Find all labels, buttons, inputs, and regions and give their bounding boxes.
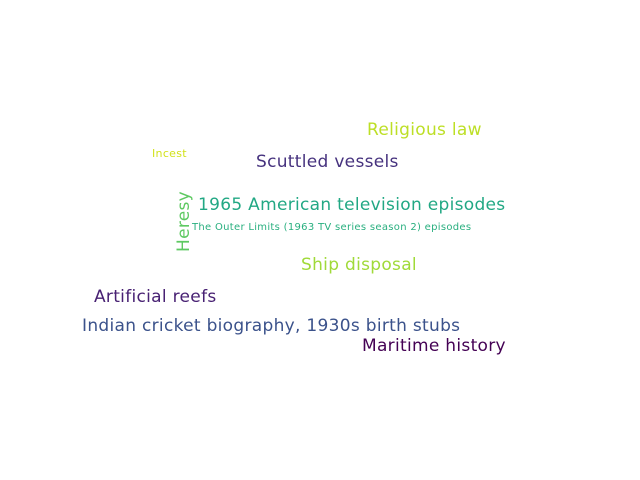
word-scuttled-vessels: Scuttled vessels	[256, 152, 399, 172]
word-artificial-reefs: Artificial reefs	[94, 287, 217, 307]
word-cloud: Religious law Incest Scuttled vessels He…	[0, 0, 640, 480]
word-outer-limits-episodes: The Outer Limits (1963 TV series season …	[192, 222, 472, 233]
word-indian-cricket-biography: Indian cricket biography, 1930s birth st…	[82, 316, 461, 336]
word-maritime-history: Maritime history	[362, 336, 506, 356]
word-1965-american-television-episodes: 1965 American television episodes	[198, 195, 506, 215]
word-heresy: Heresy	[174, 190, 194, 252]
word-incest: Incest	[152, 147, 187, 160]
word-ship-disposal: Ship disposal	[301, 255, 417, 275]
word-religious-law: Religious law	[367, 120, 482, 140]
